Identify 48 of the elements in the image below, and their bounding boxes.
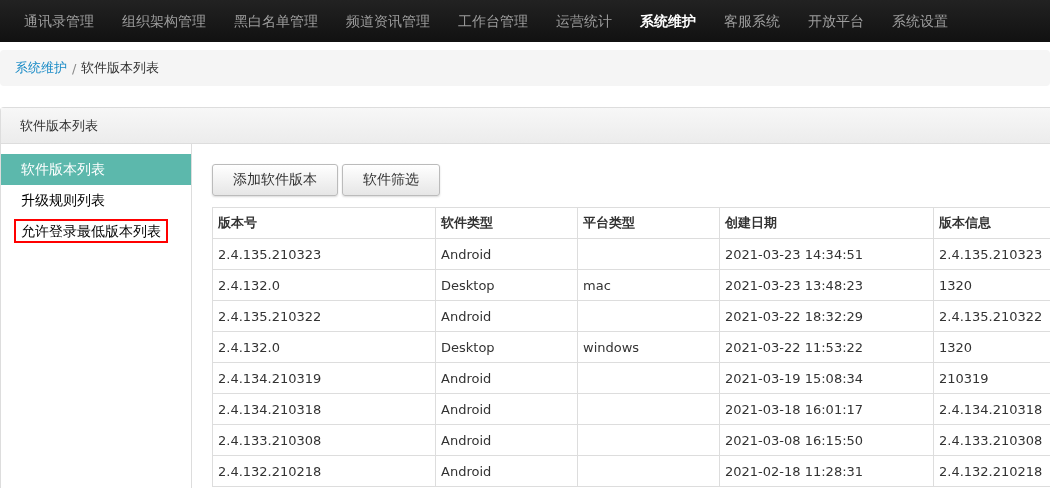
table-cell: 2021-03-23 13:48:23	[719, 269, 934, 301]
nav-tab[interactable]: 组织架构管理	[108, 0, 220, 42]
table-cell: 2021-02-18 11:28:31	[719, 455, 934, 487]
toolbar-button[interactable]: 软件筛选	[342, 164, 440, 196]
column-header: 创建日期	[719, 207, 934, 239]
nav-tab[interactable]: 系统维护	[626, 0, 710, 42]
table-cell: 2.4.135.210322	[212, 300, 436, 332]
table-cell: Android	[435, 393, 578, 425]
table-cell: 2.4.132.210218	[212, 455, 436, 487]
nav-tab[interactable]: 通讯录管理	[10, 0, 108, 42]
table-cell: 2021-03-08 16:15:50	[719, 424, 934, 456]
column-header: 版本信息	[933, 207, 1050, 239]
table-cell: 2.4.132.0	[212, 331, 436, 363]
table-cell: 2.4.132.0	[212, 269, 436, 301]
table-cell: Android	[435, 238, 578, 270]
table-cell: windows	[577, 331, 720, 363]
table-cell: 2.4.134.210319	[212, 362, 436, 394]
table-cell: Android	[435, 300, 578, 332]
table-cell: 2021-03-18 16:01:17	[719, 393, 934, 425]
nav-tab[interactable]: 系统设置	[878, 0, 962, 42]
table-cell: 2021-03-19 15:08:34	[719, 362, 934, 394]
column-header: 版本号	[212, 207, 436, 239]
nav-tab[interactable]: 运营统计	[542, 0, 626, 42]
table-cell: Android	[435, 455, 578, 487]
breadcrumb-current: 软件版本列表	[81, 59, 160, 77]
column-header: 软件类型	[435, 207, 578, 239]
nav-tab[interactable]: 频道资讯管理	[332, 0, 444, 42]
table-cell: mac	[577, 269, 720, 301]
table-cell: 2021-03-23 14:34:51	[719, 238, 934, 270]
table-cell: Desktop	[435, 331, 578, 363]
table-cell: Android	[435, 424, 578, 456]
table-cell: 2021-03-22 11:53:22	[719, 331, 934, 363]
nav-tab[interactable]: 黑白名单管理	[220, 0, 332, 42]
table-cell: 2021-03-22 18:32:29	[719, 300, 934, 332]
toolbar-button[interactable]: 添加软件版本	[212, 164, 338, 196]
table-cell: 2.4.133.210308	[212, 424, 436, 456]
sidebar-item[interactable]: 升级规则列表	[1, 185, 191, 216]
table-cell: 2.4.134.210318	[212, 393, 436, 425]
breadcrumb-separator: /	[72, 60, 77, 76]
nav-tab[interactable]: 工作台管理	[444, 0, 542, 42]
panel-title: 软件版本列表	[20, 116, 98, 135]
nav-tab[interactable]: 客服系统	[710, 0, 794, 42]
table-cell: 2.4.135.210323	[212, 238, 436, 270]
breadcrumb-link[interactable]: 系统维护	[15, 59, 67, 77]
column-header: 平台类型	[577, 207, 720, 239]
table-cell: Desktop	[435, 269, 578, 301]
nav-tab[interactable]: 开放平台	[794, 0, 878, 42]
table-cell: Android	[435, 362, 578, 394]
